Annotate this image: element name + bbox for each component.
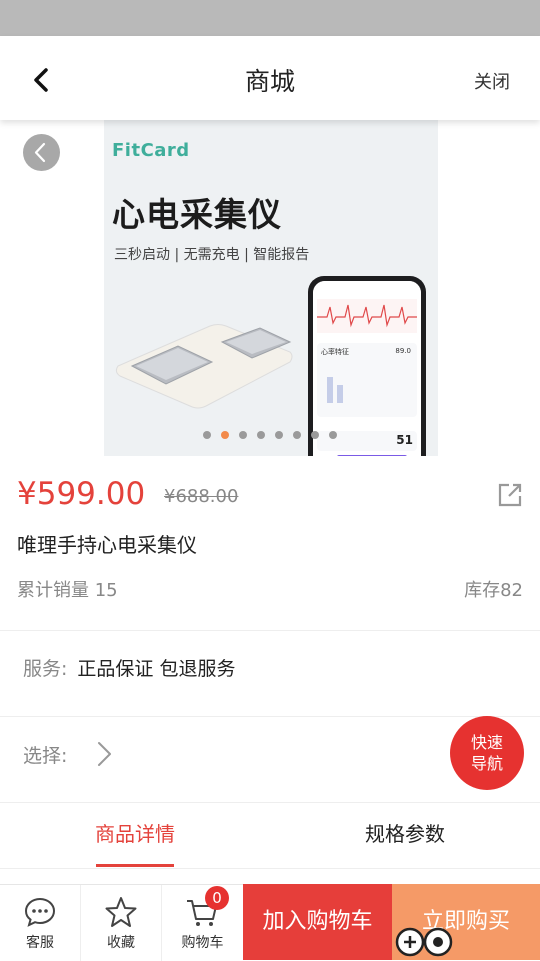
chevron-left-icon — [34, 142, 46, 163]
quick-nav-line2: 导航 — [470, 754, 503, 773]
product-name: 唯理手持心电采集仪 — [17, 533, 197, 557]
watermark-logo-icon — [395, 927, 453, 957]
tab-product-details[interactable]: 商品详情 — [0, 806, 270, 868]
carousel-dot[interactable] — [203, 431, 211, 439]
page-title: 商城 — [244, 67, 295, 96]
favorite-label: 收藏 — [107, 935, 135, 951]
carousel-back-button[interactable] — [23, 134, 60, 171]
add-to-cart-button[interactable]: 加入购物车 — [243, 884, 392, 960]
current-price: ¥599.00 — [17, 476, 146, 512]
carousel-dot[interactable] — [221, 431, 229, 439]
carousel-dot[interactable] — [257, 431, 265, 439]
close-button[interactable]: 关闭 — [474, 68, 510, 94]
carousel-dot[interactable] — [239, 431, 247, 439]
phone-card-title: 心率特征 — [321, 348, 349, 356]
share-icon[interactable] — [495, 480, 525, 510]
carousel-pager — [0, 431, 540, 439]
phone-illustration: 心率特征 89.0 51 — [308, 276, 426, 456]
divider — [0, 802, 540, 803]
cart-count-badge: 0 — [205, 886, 229, 910]
price-row: ¥599.00 ¥688.00 — [17, 476, 527, 516]
stock-count: 库存82 — [464, 580, 523, 601]
select-label[interactable]: 选择: — [23, 741, 67, 768]
phone-card-value: 89.0 — [395, 347, 411, 355]
quick-nav-line1: 快速 — [470, 733, 503, 752]
chevron-right-icon[interactable] — [94, 739, 114, 769]
carousel-dot[interactable] — [275, 431, 283, 439]
chat-icon — [24, 897, 56, 927]
star-icon — [105, 897, 137, 927]
original-price: ¥688.00 — [164, 486, 239, 507]
nav-bar: 商城 关闭 — [0, 36, 540, 120]
customer-service-button[interactable]: 客服 — [0, 885, 81, 961]
service-row: 服务: 正品保证 包退服务 — [23, 654, 235, 681]
carousel-dot[interactable] — [329, 431, 337, 439]
detail-tabs: 商品详情 规格参数 — [0, 806, 540, 868]
favorite-button[interactable]: 收藏 — [81, 885, 162, 961]
carousel-dot[interactable] — [293, 431, 301, 439]
product-image: FitCard 心电采集仪 三秒启动 | 无需充电 | 智能报告 心率特征 89… — [104, 120, 438, 456]
brand-logo: FitCard — [112, 140, 190, 161]
service-value: 正品保证 包退服务 — [77, 658, 236, 680]
sales-count: 累计销量 15 — [17, 580, 118, 601]
customer-service-label: 客服 — [26, 935, 54, 951]
cart-button[interactable]: 购物车 — [162, 885, 243, 961]
carousel-dot[interactable] — [311, 431, 319, 439]
tab-specifications[interactable]: 规格参数 — [270, 806, 540, 868]
divider — [0, 868, 540, 869]
ecg-device-illustration — [115, 324, 293, 409]
product-image-carousel[interactable]: FitCard 心电采集仪 三秒启动 | 无需充电 | 智能报告 心率特征 89… — [0, 120, 540, 456]
product-headline: 心电采集仪 — [112, 195, 282, 234]
divider — [0, 716, 540, 717]
service-label: 服务: — [23, 658, 68, 680]
divider — [0, 630, 540, 631]
status-bar — [0, 0, 540, 36]
quick-nav-button[interactable]: 快速 导航 — [450, 716, 524, 790]
active-tab-indicator — [96, 864, 174, 867]
cart-label: 购物车 — [181, 935, 224, 951]
product-subline: 三秒启动 | 无需充电 | 智能报告 — [114, 247, 310, 263]
